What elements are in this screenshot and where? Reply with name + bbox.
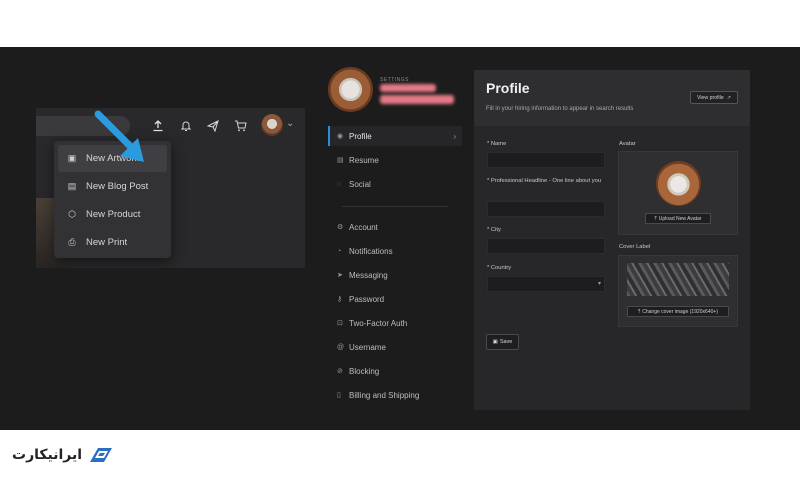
sidebar-item-label: Messaging [349, 270, 388, 280]
sidebar-item-label: Username [349, 342, 386, 352]
menu-item-new-product[interactable]: ⬡ New Product [58, 201, 167, 228]
chevron-down-icon[interactable]: ⌄ [286, 118, 294, 129]
footer-area [0, 430, 800, 477]
chevron-right-icon: › [453, 131, 456, 141]
avatar-label: Avatar [619, 141, 636, 147]
settings-profile-header: SETTINGS [328, 67, 468, 117]
brand-logo: ایرانیکارت [12, 444, 114, 466]
sidebar-item-label: Resume [349, 155, 379, 165]
city-label: * City [487, 227, 501, 233]
name-label: * Name [487, 141, 507, 147]
profile-panel: Profile Fill in your hiring information … [474, 70, 750, 410]
menu-item-new-blog-post[interactable]: ▤ New Blog Post [58, 173, 167, 200]
arrow-pointer-icon [94, 110, 144, 162]
upload-icon: ⤒ [638, 308, 641, 315]
sidebar-item-two-factor-auth[interactable]: ⊡ Two-Factor Auth [328, 313, 462, 333]
cover-image [627, 263, 729, 296]
sidebar-item-password[interactable]: ⚷ Password [328, 289, 462, 309]
sidebar-item-account[interactable]: ⚙ Account [328, 217, 462, 237]
save-button[interactable]: ▣ Save [486, 334, 519, 350]
sidebar-item-label: Notifications [349, 246, 393, 256]
external-link-icon: ↗ [726, 94, 731, 101]
gear-icon: ⚙ [337, 224, 344, 231]
sidebar-item-label: Account [349, 222, 378, 232]
avatar-box: ⤒ Upload New Avatar [618, 151, 738, 235]
user-icon: ◉ [337, 133, 344, 140]
send-icon: ➤ [337, 272, 343, 279]
sidebar-item-label: Social [349, 179, 371, 189]
sidebar-item-label: Two-Factor Auth [349, 318, 408, 328]
headline-input[interactable] [487, 201, 605, 217]
settings-label: SETTINGS [380, 77, 410, 83]
menu-item-label: New Product [86, 209, 141, 220]
headline-label: * Professional Headline - One line about… [487, 178, 602, 184]
name-input[interactable] [487, 152, 605, 168]
sidebar-item-profile[interactable]: ◉ Profile › [328, 126, 462, 146]
bell-icon: ◔ [337, 247, 342, 255]
sidebar-item-resume[interactable]: ▤ Resume [328, 150, 462, 170]
logo-mark-icon [90, 448, 113, 462]
sidebar-item-messaging[interactable]: ➤ Messaging [328, 265, 462, 285]
profile-panel-header: Profile Fill in your hiring information … [474, 70, 750, 126]
page-title: Profile [486, 80, 530, 96]
menu-item-label: New Print [86, 237, 128, 248]
upload-icon: ⤒ [654, 215, 657, 222]
sidebar-item-label: Billing and Shipping [349, 390, 420, 400]
chevron-down-icon: ▾ [597, 281, 601, 287]
image-icon: ▣ [67, 153, 77, 163]
menu-item-new-print[interactable]: ⎙ New Print [58, 229, 167, 256]
toolbar-crop: ⌄ ▣ New Artwork ▤ New Blog Post ⬡ New Pr… [36, 108, 305, 268]
sidebar-item-social[interactable]: ◌ Social [328, 174, 462, 194]
sidebar-item-billing-and-shipping[interactable]: ▯ Billing and Shipping [328, 385, 462, 405]
at-icon: @ [337, 343, 345, 351]
country-select[interactable]: ▾ [487, 276, 605, 292]
receipt-icon: ▯ [337, 392, 341, 399]
cover-box: ⤒ Change cover image (1920x640+) [618, 255, 738, 327]
sidebar-item-label: Blocking [349, 366, 380, 376]
upload-icon[interactable] [148, 116, 168, 136]
cover-label: Cover Label [619, 244, 651, 250]
lock-icon: ⊡ [337, 320, 343, 327]
sidebar-item-blocking[interactable]: ⊘ Blocking [328, 361, 462, 381]
print-icon: ⎙ [68, 237, 76, 247]
change-cover-button[interactable]: ⤒ Change cover image (1920x640+) [627, 306, 729, 317]
document-icon: ▤ [67, 181, 77, 191]
sidebar-item-label: Password [349, 294, 385, 304]
file-icon: ▤ [337, 157, 344, 164]
chat-icon: ◌ [337, 180, 342, 188]
sidebar-item-notifications[interactable]: ◔ Notifications [328, 241, 462, 261]
change-cover-label: Change cover image (1920x640+) [642, 308, 718, 315]
view-profile-label: View profile [697, 94, 724, 101]
sidebar-item-username[interactable]: @ Username [328, 337, 462, 357]
logo-text: ایرانیکارت [12, 447, 83, 463]
save-label: Save [499, 339, 513, 345]
menu-item-label: New Blog Post [86, 181, 149, 192]
sidebar-divider [342, 206, 448, 207]
cart-icon[interactable] [230, 116, 250, 136]
user-avatar[interactable] [261, 114, 283, 136]
page-subtitle: Fill in your hiring information to appea… [486, 106, 634, 112]
blurred-username-line2 [380, 95, 454, 104]
send-icon[interactable] [203, 116, 223, 136]
key-icon: ⚷ [337, 296, 343, 303]
sidebar-item-label: Profile [349, 131, 372, 141]
country-label: * Country [487, 265, 512, 271]
settings-avatar [328, 67, 373, 112]
blurred-username [380, 84, 436, 92]
save-icon: ▣ [492, 339, 498, 345]
bell-icon[interactable] [176, 116, 196, 136]
upload-avatar-label: Upload New Avatar [658, 215, 702, 222]
avatar-image [656, 161, 701, 206]
box-icon: ⬡ [68, 209, 76, 219]
view-profile-button[interactable]: View profile ↗ [690, 91, 738, 104]
city-input[interactable] [487, 238, 605, 254]
upload-avatar-button[interactable]: ⤒ Upload New Avatar [645, 213, 711, 224]
block-icon: ⊘ [337, 368, 343, 375]
